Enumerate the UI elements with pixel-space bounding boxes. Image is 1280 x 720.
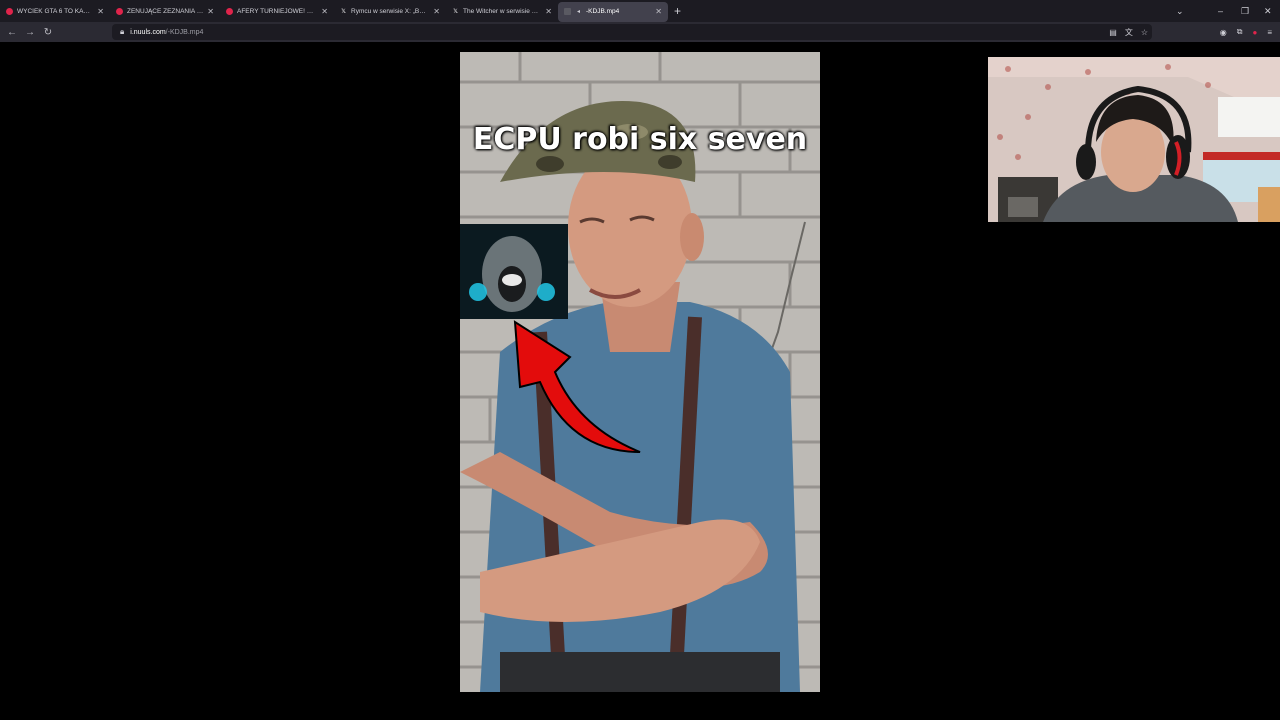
url-host: i.nuuls.com — [130, 28, 166, 36]
restore-button[interactable]: ❐ — [1241, 0, 1249, 22]
video-player[interactable]: ECPU robi six seven — [460, 52, 820, 692]
account-icon[interactable]: ◉ — [1220, 28, 1227, 37]
video-caption: ECPU robi six seven — [472, 122, 808, 157]
reader-view-icon[interactable]: ▤ — [1109, 28, 1117, 37]
new-tab-button[interactable]: + — [674, 4, 681, 18]
youtube-icon — [116, 8, 123, 15]
minimize-button[interactable]: – — [1218, 0, 1223, 22]
bookmark-star-icon[interactable]: ☆ — [1141, 28, 1148, 37]
tab-1[interactable]: WYCIEK GTA 6 TO KARA DLA R ✕ — [0, 2, 110, 22]
tab-3[interactable]: AFERY TURNIEJOWE! MAMMO ✕ — [220, 2, 334, 22]
close-tab-icon[interactable]: ✕ — [655, 7, 662, 16]
forward-button[interactable]: → — [21, 27, 39, 38]
url-path: /-KDJB.mp4 — [165, 28, 204, 36]
translate-icon[interactable]: 文 — [1125, 27, 1133, 38]
x-icon: 𝕏 — [453, 9, 458, 15]
recording-extension-icon[interactable]: ● — [1252, 28, 1257, 37]
close-tab-icon[interactable]: ✕ — [97, 7, 104, 16]
webcam-overlay — [988, 57, 1280, 222]
lock-icon[interactable]: 🔒︎ — [120, 27, 124, 37]
nav-toolbar: ← → ↻ 🔒︎ i.nuuls.com/-KDJB.mp4 ▤ 文 ☆ ◉ ⧉… — [0, 22, 1280, 42]
back-button[interactable]: ← — [3, 27, 21, 38]
youtube-icon — [226, 8, 233, 15]
extensions-icon[interactable]: ⧉ — [1237, 27, 1243, 37]
menu-icon[interactable]: ≡ — [1267, 28, 1272, 37]
close-tab-icon[interactable]: ✕ — [545, 7, 552, 16]
tab-list-button[interactable]: ⌄ — [1176, 0, 1184, 22]
reload-button[interactable]: ↻ — [39, 27, 57, 38]
tab-title: Rymcu w serwisie X: „Bez @Gu — [351, 8, 429, 15]
close-window-button[interactable]: ✕ — [1264, 0, 1272, 22]
tab-title: AFERY TURNIEJOWE! MAMMO — [237, 8, 317, 15]
close-tab-icon[interactable]: ✕ — [321, 7, 328, 16]
close-tab-icon[interactable]: ✕ — [207, 7, 214, 16]
tab-title: ŻENUJĄCE ZEZNANIA STU — [127, 8, 204, 15]
tab-title: The Witcher w serwisie X: „@vo — [463, 8, 541, 15]
tab-5[interactable]: 𝕏 The Witcher w serwisie X: „@vo ✕ — [446, 2, 558, 22]
tab-title: -KDJB.mp4 — [586, 8, 620, 15]
tab-title: WYCIEK GTA 6 TO KARA DLA R — [17, 8, 93, 15]
tab-6-active[interactable]: ◂ -KDJB.mp4 ✕ — [558, 1, 668, 22]
x-icon: 𝕏 — [341, 9, 346, 15]
tab-4[interactable]: 𝕏 Rymcu w serwisie X: „Bez @Gu ✕ — [334, 2, 446, 22]
youtube-icon — [6, 8, 13, 15]
close-tab-icon[interactable]: ✕ — [433, 7, 440, 16]
video-file-icon — [564, 8, 571, 15]
tab-strip: WYCIEK GTA 6 TO KARA DLA R ✕ ŻENUJĄCE ZE… — [0, 0, 1280, 22]
webcam-frame — [988, 57, 1280, 222]
tab-2[interactable]: ŻENUJĄCE ZEZNANIA STU ✕ — [110, 2, 220, 22]
speaker-icon[interactable]: ◂ — [575, 8, 582, 15]
url-bar[interactable]: 🔒︎ i.nuuls.com/-KDJB.mp4 — [112, 24, 1152, 40]
